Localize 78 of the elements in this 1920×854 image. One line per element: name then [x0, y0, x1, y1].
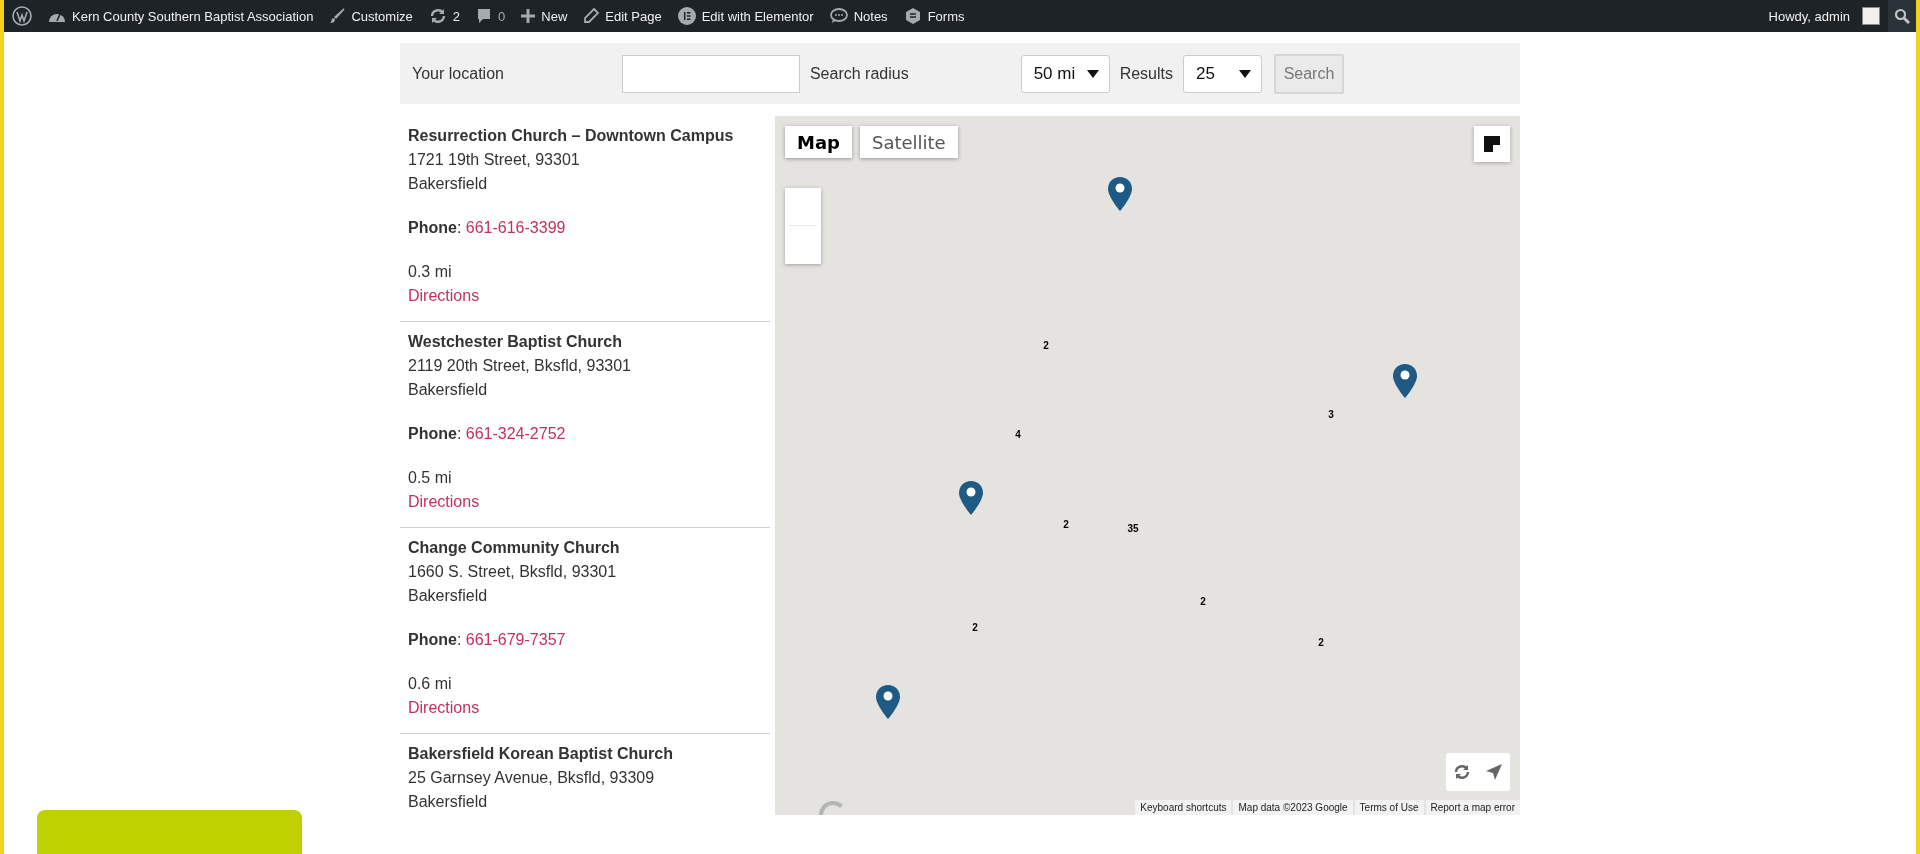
- search-button[interactable]: [1888, 0, 1916, 32]
- caret-icon: [1239, 69, 1251, 78]
- edit-menu-item[interactable]: Edit Page: [575, 0, 670, 32]
- cluster-count[interactable]: 2: [972, 621, 978, 633]
- notes-menu-item[interactable]: Notes: [821, 0, 896, 32]
- site-name-link[interactable]: Kern County Southern Baptist Association: [40, 0, 322, 32]
- directions-link[interactable]: Directions: [408, 287, 480, 304]
- results-select[interactable]: 25: [1183, 54, 1262, 93]
- brush-icon: [329, 8, 346, 24]
- terms-link[interactable]: Terms of Use: [1354, 800, 1424, 815]
- map[interactable]: Map Satellite Keyboard shortcuts Map data ©2023 Google Terms of Use Report a map error 2 4 3 2 35 2 2 2: [775, 116, 1520, 815]
- pencil-icon: [583, 8, 600, 24]
- church-name: Resurrection Church – Downtown Campus: [408, 126, 735, 146]
- map-type-tab[interactable]: Satellite: [859, 126, 958, 158]
- location-input[interactable]: [621, 54, 800, 93]
- cluster-count[interactable]: 4: [1015, 428, 1021, 440]
- church-name: Westchester Baptist Church: [408, 332, 623, 352]
- plus-icon: [521, 9, 536, 23]
- map-data-text: Map data ©2023 Google: [1233, 800, 1353, 815]
- cluster-count[interactable]: 2: [1043, 339, 1049, 351]
- avatar-icon: [1862, 7, 1880, 25]
- cluster-count[interactable]: 35: [1127, 522, 1139, 534]
- radius-select[interactable]: 50 mi: [1020, 54, 1110, 93]
- church-name: Change Community Church: [408, 538, 621, 558]
- cluster-count[interactable]: 2: [1200, 595, 1206, 607]
- map-pin-icon[interactable]: [1107, 176, 1133, 212]
- fullscreen-button[interactable]: [1474, 126, 1510, 162]
- new-menu-item[interactable]: New: [513, 0, 576, 32]
- forms-menu-item[interactable]: Forms: [895, 0, 973, 32]
- updates-menu-item[interactable]: 2: [420, 0, 469, 32]
- city-name: Bakersfield: [408, 792, 489, 812]
- search-button[interactable]: Search: [1274, 53, 1344, 94]
- directions-link[interactable]: Directions: [408, 493, 480, 510]
- cluster-count[interactable]: 3: [1328, 408, 1334, 420]
- street-address: 1660 S. Street, Bksfld, 93301: [408, 562, 618, 582]
- cluster-count[interactable]: 2: [1318, 636, 1324, 648]
- elementor-menu-item[interactable]: Edit with Elementor: [669, 0, 822, 32]
- distance-text: 0.6 mi: [408, 674, 453, 694]
- phone-link[interactable]: 661-324-2752: [465, 425, 566, 442]
- map-pin-icon[interactable]: [1392, 363, 1418, 399]
- phone-line: Phone: 661-616-3399: [408, 218, 567, 238]
- street-address: 2119 20th Street, Bksfld, 93301: [408, 356, 632, 376]
- results-label: Results: [1119, 64, 1173, 83]
- keyboard-shortcuts-link[interactable]: Keyboard shortcuts: [1135, 800, 1232, 815]
- refresh-icon: [428, 8, 447, 24]
- cluster-count[interactable]: 2: [1063, 518, 1069, 530]
- street-address: 25 Garnsey Avenue, Bksfld, 93309: [408, 768, 656, 788]
- distance-text: 0.3 mi: [408, 262, 453, 282]
- navigation-arrow-icon: [1486, 764, 1502, 780]
- search-icon: [1894, 8, 1910, 24]
- wordpress-logo-icon: [12, 6, 32, 26]
- city-name: Bakersfield: [408, 586, 489, 606]
- city-name: Bakersfield: [408, 174, 489, 194]
- account-menu[interactable]: Howdy, admin: [1760, 0, 1880, 32]
- forms-icon: [903, 7, 922, 25]
- church-name: Bakersfield Korean Baptist Church: [408, 744, 674, 764]
- caret-icon: [1086, 69, 1099, 78]
- distance-text: 0.5 mi: [408, 468, 453, 488]
- phone-line: Phone: 661-679-7357: [408, 630, 567, 650]
- customize-menu-item[interactable]: Customize: [321, 0, 421, 32]
- fullscreen-icon: [1484, 136, 1500, 152]
- report-error-link[interactable]: Report a map error: [1425, 800, 1520, 815]
- city-name: Bakersfield: [408, 380, 489, 400]
- map-pin-icon[interactable]: [958, 480, 984, 516]
- e-logo-icon: [677, 7, 696, 25]
- chat-bubble-icon: [829, 8, 848, 24]
- speech-bubble-icon: [476, 8, 493, 24]
- comments-menu-item[interactable]: 0: [468, 0, 514, 32]
- phone-link[interactable]: 661-616-3399: [465, 219, 566, 236]
- map-type-tab[interactable]: Map: [785, 126, 852, 158]
- phone-line: Phone: 661-324-2752: [408, 424, 567, 444]
- phone-link[interactable]: 661-679-7357: [465, 631, 566, 648]
- location-label: Your location: [412, 64, 504, 83]
- refresh-icon: [1454, 765, 1470, 779]
- street-address: 1721 19th Street, 93301: [408, 150, 581, 170]
- radius-label: Search radius: [809, 64, 909, 83]
- map-pin-icon[interactable]: [875, 684, 901, 720]
- directions-link[interactable]: Directions: [408, 699, 480, 716]
